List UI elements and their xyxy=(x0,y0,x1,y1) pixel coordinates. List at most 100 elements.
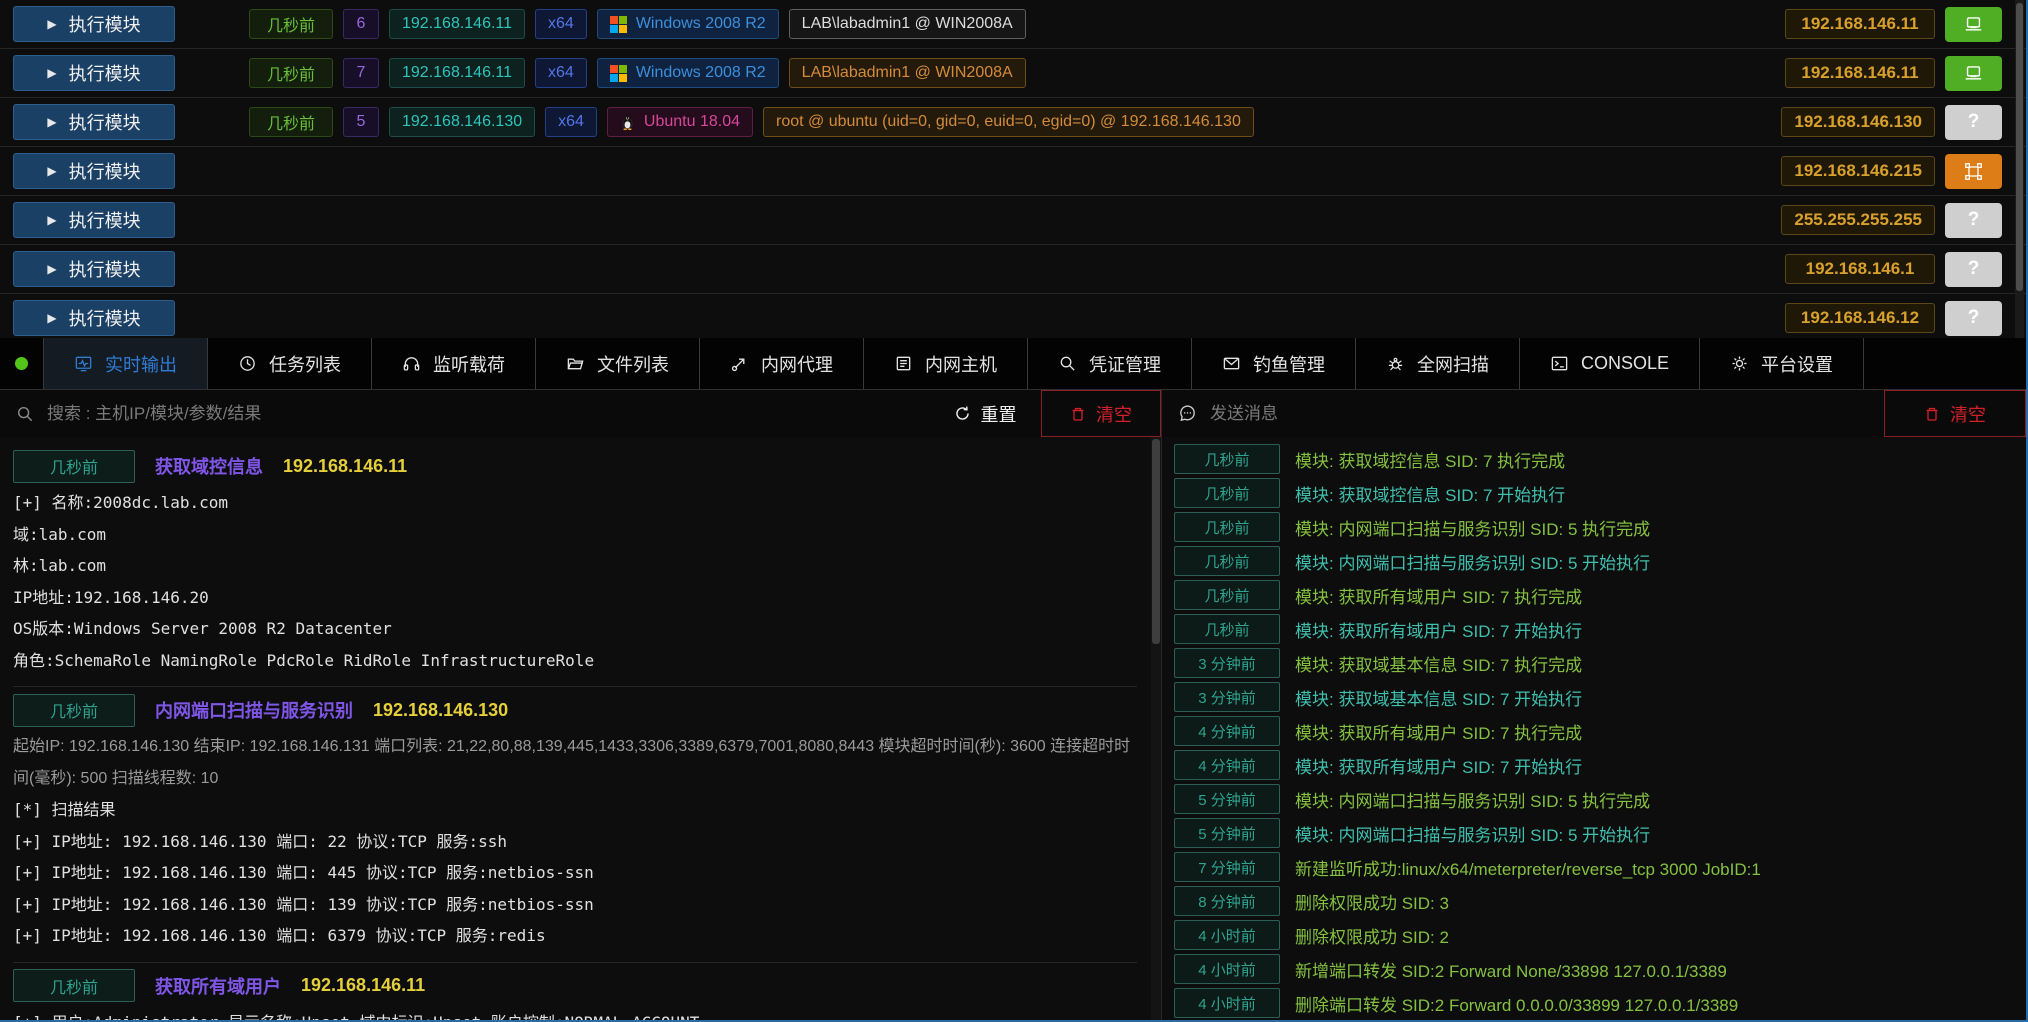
laptop-icon xyxy=(1964,64,1983,83)
notification-row: 3 分钟前模块: 获取域基本信息 SID: 7 开始执行 xyxy=(1174,682,2026,712)
os-label: Windows 2008 R2 xyxy=(636,15,766,33)
session-address-badge: 192.168.146.130 xyxy=(1781,107,1935,137)
tab-realtime-output[interactable]: 实时输出 xyxy=(43,338,208,389)
tab-console[interactable]: CONSOLE xyxy=(1520,338,1700,389)
tab-platform-settings[interactable]: 平台设置 xyxy=(1700,338,1864,389)
notification-text: 模块: 获取所有域用户 SID: 7 开始执行 xyxy=(1295,753,1582,778)
execute-module-button[interactable]: ▶执行模块 xyxy=(13,300,175,336)
notification-time-badge: 8 分钟前 xyxy=(1174,886,1280,916)
scrollbar-thumb[interactable] xyxy=(1152,439,1160,644)
execute-module-button[interactable]: ▶执行模块 xyxy=(13,251,175,287)
tab-label: 监听载荷 xyxy=(433,351,505,377)
tab-phishing[interactable]: 钓鱼管理 xyxy=(1192,338,1356,389)
tab-file-list[interactable]: 文件列表 xyxy=(536,338,700,389)
reset-button[interactable]: 重置 xyxy=(929,390,1041,437)
realtime-output-icon xyxy=(74,354,93,373)
session-status-button[interactable]: ? xyxy=(1945,203,2002,238)
toolbar: 重置 清空 清空 xyxy=(0,390,2026,437)
log-entries: 几秒前获取域控信息192.168.146.11[+] 名称:2008dc.lab… xyxy=(13,443,1137,1020)
last-seen-badge: 几秒前 xyxy=(249,9,333,39)
session-status-button[interactable] xyxy=(1945,7,2002,42)
tab-label: 平台设置 xyxy=(1761,351,1833,377)
session-status-button[interactable]: ? xyxy=(1945,252,2002,287)
vector-square-icon xyxy=(1964,162,1983,181)
log-line: [+] IP地址: 192.168.146.130 端口: 445 协议:TCP… xyxy=(13,857,1137,889)
question-icon: ? xyxy=(1968,307,1980,329)
session-address-badge: 192.168.146.11 xyxy=(1785,58,1935,88)
online-status-dot xyxy=(15,357,28,370)
host-ip-badge: 192.168.146.11 xyxy=(389,58,525,88)
execute-module-button[interactable]: ▶执行模块 xyxy=(13,153,175,189)
notification-time-badge: 几秒前 xyxy=(1174,444,1280,474)
session-status-button[interactable]: ? xyxy=(1945,301,2002,336)
proxy-icon xyxy=(730,354,749,373)
session-table-scrollbar[interactable] xyxy=(2015,0,2024,338)
toolbar-right: 清空 xyxy=(1162,390,2026,437)
clear-label: 清空 xyxy=(1096,401,1132,427)
file-list-icon xyxy=(566,354,585,373)
session-id-badge: 6 xyxy=(343,9,379,39)
notification-text: 删除权限成功 SID: 3 xyxy=(1295,889,1449,914)
notification-time-badge: 4 小时前 xyxy=(1174,988,1280,1018)
search-input[interactable] xyxy=(47,404,913,424)
notification-time-badge: 4 分钟前 xyxy=(1174,750,1280,780)
clear-notifications-button[interactable]: 清空 xyxy=(1884,390,2026,437)
search-icon xyxy=(16,405,34,423)
question-icon: ? xyxy=(1968,209,1980,231)
execute-module-button[interactable]: ▶执行模块 xyxy=(13,55,175,91)
notification-row: 4 分钟前模块: 获取所有域用户 SID: 7 开始执行 xyxy=(1174,750,2026,780)
tab-intranet-hosts[interactable]: 内网主机 xyxy=(864,338,1028,389)
tab-network-scan[interactable]: 全网扫描 xyxy=(1356,338,1520,389)
notification-text: 新增端口转发 SID:2 Forward None/33898 127.0.0.… xyxy=(1295,957,1727,982)
tab-credentials[interactable]: 凭证管理 xyxy=(1028,338,1192,389)
trash-icon xyxy=(1070,406,1086,422)
session-status-button[interactable] xyxy=(1945,154,2002,189)
notification-time-badge: 5 分钟前 xyxy=(1174,784,1280,814)
notification-row: 几秒前模块: 获取域控信息 SID: 7 开始执行 xyxy=(1174,478,2026,508)
session-status-button[interactable]: ? xyxy=(1945,105,2002,140)
execute-module-label: 执行模块 xyxy=(69,109,141,135)
module-title: 获取所有域用户 xyxy=(155,973,281,999)
target-host: 192.168.146.11 xyxy=(283,456,407,477)
scrollbar-thumb[interactable] xyxy=(2016,3,2023,291)
notification-text: 模块: 获取所有域用户 SID: 7 开始执行 xyxy=(1295,617,1582,642)
session-status-button[interactable] xyxy=(1945,56,2002,91)
execute-module-label: 执行模块 xyxy=(69,158,141,184)
tab-intranet-proxy[interactable]: 内网代理 xyxy=(700,338,864,389)
tab-list: 实时输出任务列表 监听载荷 文件列表 内网代理内网主机凭证管理钓鱼管理全网扫描CONS… xyxy=(43,338,1864,389)
execute-module-label: 执行模块 xyxy=(69,305,141,331)
message-input[interactable] xyxy=(1210,404,1868,424)
notification-time-badge: 几秒前 xyxy=(1174,614,1280,644)
tab-label: 文件列表 xyxy=(597,351,669,377)
execute-module-label: 执行模块 xyxy=(69,11,141,37)
notification-time-badge: 3 分钟前 xyxy=(1174,648,1280,678)
log-time-badge: 几秒前 xyxy=(13,694,135,727)
linux-penguin-icon xyxy=(620,114,635,131)
windows-logo-icon xyxy=(610,16,627,33)
log-line: OS版本:Windows Server 2008 R2 Datacenter xyxy=(13,613,1137,645)
notification-text: 新建监听成功:linux/x64/meterpreter/reverse_tcp… xyxy=(1295,855,1761,880)
notification-panel: 几秒前模块: 获取域控信息 SID: 7 执行完成几秒前模块: 获取域控信息 S… xyxy=(1162,437,2026,1020)
task-list-icon xyxy=(238,354,257,373)
session-row: ▶执行模块255.255.255.255? xyxy=(0,196,2026,245)
log-entry-header: 几秒前内网端口扫描与服务识别192.168.146.130 xyxy=(13,691,1137,729)
os-label: Ubuntu 18.04 xyxy=(644,113,740,131)
notification-time-badge: 几秒前 xyxy=(1174,580,1280,610)
tab-listeners[interactable]: 监听载荷 xyxy=(372,338,536,389)
session-id-badge: 5 xyxy=(343,107,379,137)
log-line: 域:lab.com xyxy=(13,519,1137,551)
notification-row: 8 分钟前删除权限成功 SID: 3 xyxy=(1174,886,2026,916)
log-line: [+] IP地址: 192.168.146.130 端口: 22 协议:TCP … xyxy=(13,826,1137,858)
windows-logo-icon xyxy=(610,65,627,82)
settings-icon xyxy=(1730,354,1749,373)
notification-text: 模块: 获取域控信息 SID: 7 开始执行 xyxy=(1295,481,1565,506)
execute-module-button[interactable]: ▶执行模块 xyxy=(13,202,175,238)
clear-label: 清空 xyxy=(1950,401,1986,427)
execute-module-button[interactable]: ▶执行模块 xyxy=(13,104,175,140)
toolbar-left: 重置 清空 xyxy=(0,390,1162,437)
execute-module-button[interactable]: ▶执行模块 xyxy=(13,6,175,42)
tab-task-list[interactable]: 任务列表 xyxy=(208,338,372,389)
clear-output-button[interactable]: 清空 xyxy=(1041,390,1161,437)
log-scrollbar[interactable] xyxy=(1151,437,1161,1020)
session-id-badge: 7 xyxy=(343,58,379,88)
